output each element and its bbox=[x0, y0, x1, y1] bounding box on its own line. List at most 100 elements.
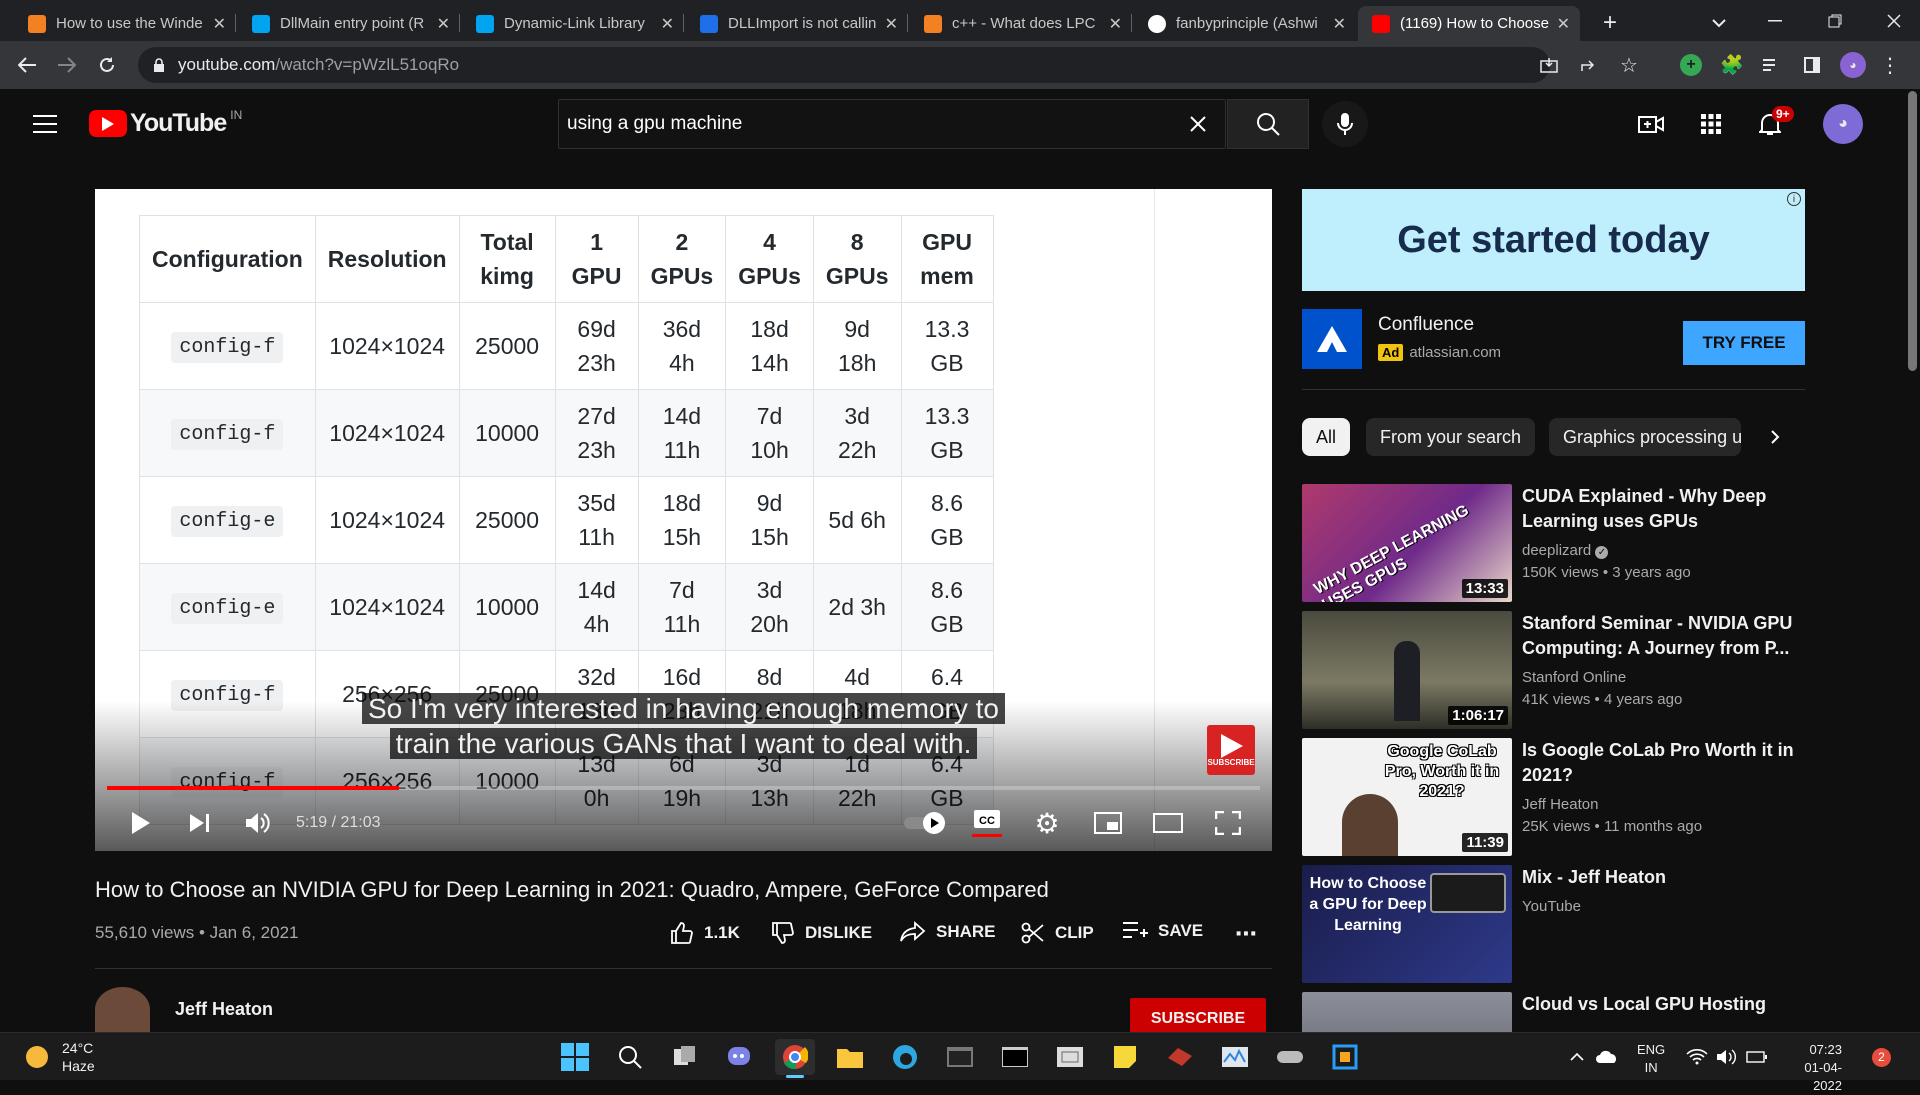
settings-button[interactable]: ⚙ bbox=[1027, 801, 1067, 845]
hamburger-menu-icon[interactable] bbox=[30, 111, 60, 137]
ad-banner[interactable]: Get started today bbox=[1302, 189, 1805, 291]
address-bar[interactable]: youtube.com/watch?v=pWzlL51oqRo ☆ bbox=[138, 47, 1638, 83]
recommendation-item[interactable]: Google CoLab Pro, Worth it in 2021? 11:3… bbox=[1302, 738, 1805, 856]
create-video-icon[interactable] bbox=[1636, 109, 1666, 139]
clear-search-icon[interactable] bbox=[1187, 113, 1209, 135]
teams-chat-icon[interactable] bbox=[720, 1039, 760, 1075]
video-thumbnail[interactable]: WHY DEEP LEARNING USES GPUS 13:33 bbox=[1302, 484, 1512, 602]
minimize-icon[interactable] bbox=[1755, 6, 1795, 36]
close-window-icon[interactable] bbox=[1874, 6, 1914, 36]
play-button[interactable] bbox=[121, 801, 161, 845]
video-thumbnail[interactable] bbox=[1302, 992, 1512, 1032]
chip-all[interactable]: All bbox=[1302, 418, 1351, 456]
browser-tab[interactable]: DllMain entry point (R ✕ bbox=[238, 6, 460, 41]
start-button[interactable] bbox=[555, 1039, 595, 1075]
onedrive-cloud-icon[interactable] bbox=[1592, 1039, 1622, 1075]
battery-icon[interactable] bbox=[1742, 1039, 1772, 1075]
close-tab-icon[interactable]: ✕ bbox=[1557, 14, 1570, 34]
system-clock[interactable]: 07:23 01-04-2022 bbox=[1782, 1041, 1842, 1095]
recommendation-item[interactable]: 1:06:17 Stanford Seminar - NVIDIA GPU Co… bbox=[1302, 611, 1805, 729]
fullscreen-button[interactable] bbox=[1208, 801, 1248, 845]
advertiser-name[interactable]: Confluence bbox=[1378, 314, 1474, 336]
apps-grid-icon[interactable] bbox=[1696, 109, 1726, 139]
share-button[interactable]: SHARE bbox=[900, 921, 996, 943]
back-icon[interactable] bbox=[12, 50, 42, 80]
app-square-icon[interactable] bbox=[1325, 1039, 1365, 1075]
browser-tab[interactable]: fanbyprinciple (Ashwi ✕ bbox=[1134, 6, 1356, 41]
search-input[interactable]: using a gpu machine bbox=[558, 99, 1226, 149]
performance-monitor-icon[interactable] bbox=[1215, 1039, 1255, 1075]
recommendation-item[interactable]: Cloud vs Local GPU Hosting bbox=[1302, 992, 1805, 1032]
restore-icon[interactable] bbox=[1815, 6, 1855, 36]
sticky-notes-icon[interactable] bbox=[1105, 1039, 1145, 1075]
theater-mode-button[interactable] bbox=[1148, 801, 1188, 845]
language-indicator[interactable]: ENG IN bbox=[1637, 1041, 1665, 1077]
close-tab-icon[interactable]: ✕ bbox=[1333, 14, 1346, 34]
youtube-logo[interactable]: YouTube IN bbox=[89, 108, 242, 138]
reload-icon[interactable] bbox=[92, 50, 122, 80]
next-button[interactable] bbox=[180, 801, 220, 845]
chip-from-your-search[interactable]: From your search bbox=[1366, 418, 1536, 456]
extensions-puzzle-icon[interactable]: 🧩 bbox=[1720, 53, 1744, 77]
extension-plus-icon[interactable]: + bbox=[1680, 54, 1702, 76]
browser-tab[interactable]: DLLImport is not callin ✕ bbox=[686, 6, 908, 41]
mute-button[interactable] bbox=[238, 801, 278, 845]
chrome-taskbar-icon[interactable] bbox=[775, 1039, 815, 1075]
chip-graphics-processing[interactable]: Graphics processing u bbox=[1549, 418, 1741, 456]
lock-icon[interactable] bbox=[152, 57, 166, 73]
gamepad-icon[interactable] bbox=[1270, 1039, 1310, 1075]
page-scrollbar[interactable] bbox=[1905, 89, 1920, 1032]
ad-cta-button[interactable]: TRY FREE bbox=[1683, 321, 1805, 365]
tab-search-icon[interactable] bbox=[1704, 8, 1734, 38]
save-button[interactable]: SAVE bbox=[1122, 921, 1203, 941]
more-actions-icon[interactable]: ⋯ bbox=[1235, 921, 1257, 947]
close-tab-icon[interactable]: ✕ bbox=[885, 14, 898, 34]
file-explorer-icon[interactable] bbox=[830, 1039, 870, 1075]
game-app-icon[interactable] bbox=[1160, 1039, 1200, 1075]
media-queue-icon[interactable] bbox=[1760, 53, 1784, 77]
channel-avatar[interactable] bbox=[95, 987, 150, 1032]
bookmark-star-icon[interactable]: ☆ bbox=[1618, 54, 1640, 77]
speaker-icon[interactable] bbox=[1712, 1039, 1742, 1075]
like-button[interactable]: 1.1K bbox=[670, 921, 740, 945]
miniplayer-button[interactable] bbox=[1088, 801, 1128, 845]
forward-icon[interactable] bbox=[52, 50, 82, 80]
recommendation-item[interactable]: WHY DEEP LEARNING USES GPUS 13:33 CUDA E… bbox=[1302, 484, 1805, 602]
taskbar-search-icon[interactable] bbox=[610, 1039, 650, 1075]
share-page-icon[interactable] bbox=[1578, 55, 1600, 75]
close-tab-icon[interactable]: ✕ bbox=[213, 14, 226, 34]
browser-tab[interactable]: How to use the Winde ✕ bbox=[14, 6, 236, 41]
profile-avatar[interactable]: ◕ bbox=[1840, 52, 1866, 78]
browser-menu-icon[interactable]: ⋮ bbox=[1880, 52, 1900, 78]
subtitles-button[interactable]: CC bbox=[967, 801, 1007, 845]
account-avatar[interactable]: ◕ bbox=[1823, 104, 1863, 144]
cmd-icon[interactable] bbox=[995, 1039, 1035, 1075]
task-view-icon[interactable] bbox=[665, 1039, 705, 1075]
browser-tab[interactable]: c++ - What does LPC ✕ bbox=[910, 6, 1132, 41]
progress-bar[interactable] bbox=[107, 786, 1260, 790]
clip-button[interactable]: CLIP bbox=[1021, 921, 1094, 945]
chips-next-icon[interactable] bbox=[1760, 424, 1790, 450]
ad-info-icon[interactable]: i bbox=[1787, 192, 1801, 206]
close-tab-icon[interactable]: ✕ bbox=[661, 14, 674, 34]
video-thumbnail[interactable]: 1:06:17 bbox=[1302, 611, 1512, 729]
snipping-tool-icon[interactable] bbox=[1050, 1039, 1090, 1075]
scrollbar-thumb[interactable] bbox=[1908, 91, 1917, 371]
edge-icon[interactable] bbox=[885, 1039, 925, 1075]
weather-widget[interactable]: 24°C Haze bbox=[26, 1039, 95, 1075]
new-tab-button[interactable]: + bbox=[1595, 8, 1625, 38]
dislike-button[interactable]: DISLIKE bbox=[771, 921, 872, 945]
search-button[interactable] bbox=[1227, 99, 1309, 149]
close-tab-icon[interactable]: ✕ bbox=[1109, 14, 1122, 34]
terminal-icon[interactable] bbox=[940, 1039, 980, 1075]
video-thumbnail[interactable]: Google CoLab Pro, Worth it in 2021? 11:3… bbox=[1302, 738, 1512, 856]
subscribe-watermark[interactable]: SUBSCRIBE bbox=[1207, 725, 1255, 775]
video-player[interactable]: Configuration Resolution Total kimg 1 GPU 2 … bbox=[95, 189, 1272, 851]
browser-tab[interactable]: Dynamic-Link Library ✕ bbox=[462, 6, 684, 41]
side-panel-icon[interactable] bbox=[1800, 53, 1824, 77]
wifi-icon[interactable] bbox=[1682, 1039, 1712, 1075]
browser-tab[interactable]: (1169) How to Choose ✕ bbox=[1358, 6, 1580, 41]
video-thumbnail[interactable]: How to Choose a GPU for Deep Learning bbox=[1302, 865, 1512, 983]
channel-name[interactable]: Jeff Heaton bbox=[175, 999, 273, 1020]
notification-center-badge[interactable]: 2 bbox=[1872, 1048, 1891, 1067]
